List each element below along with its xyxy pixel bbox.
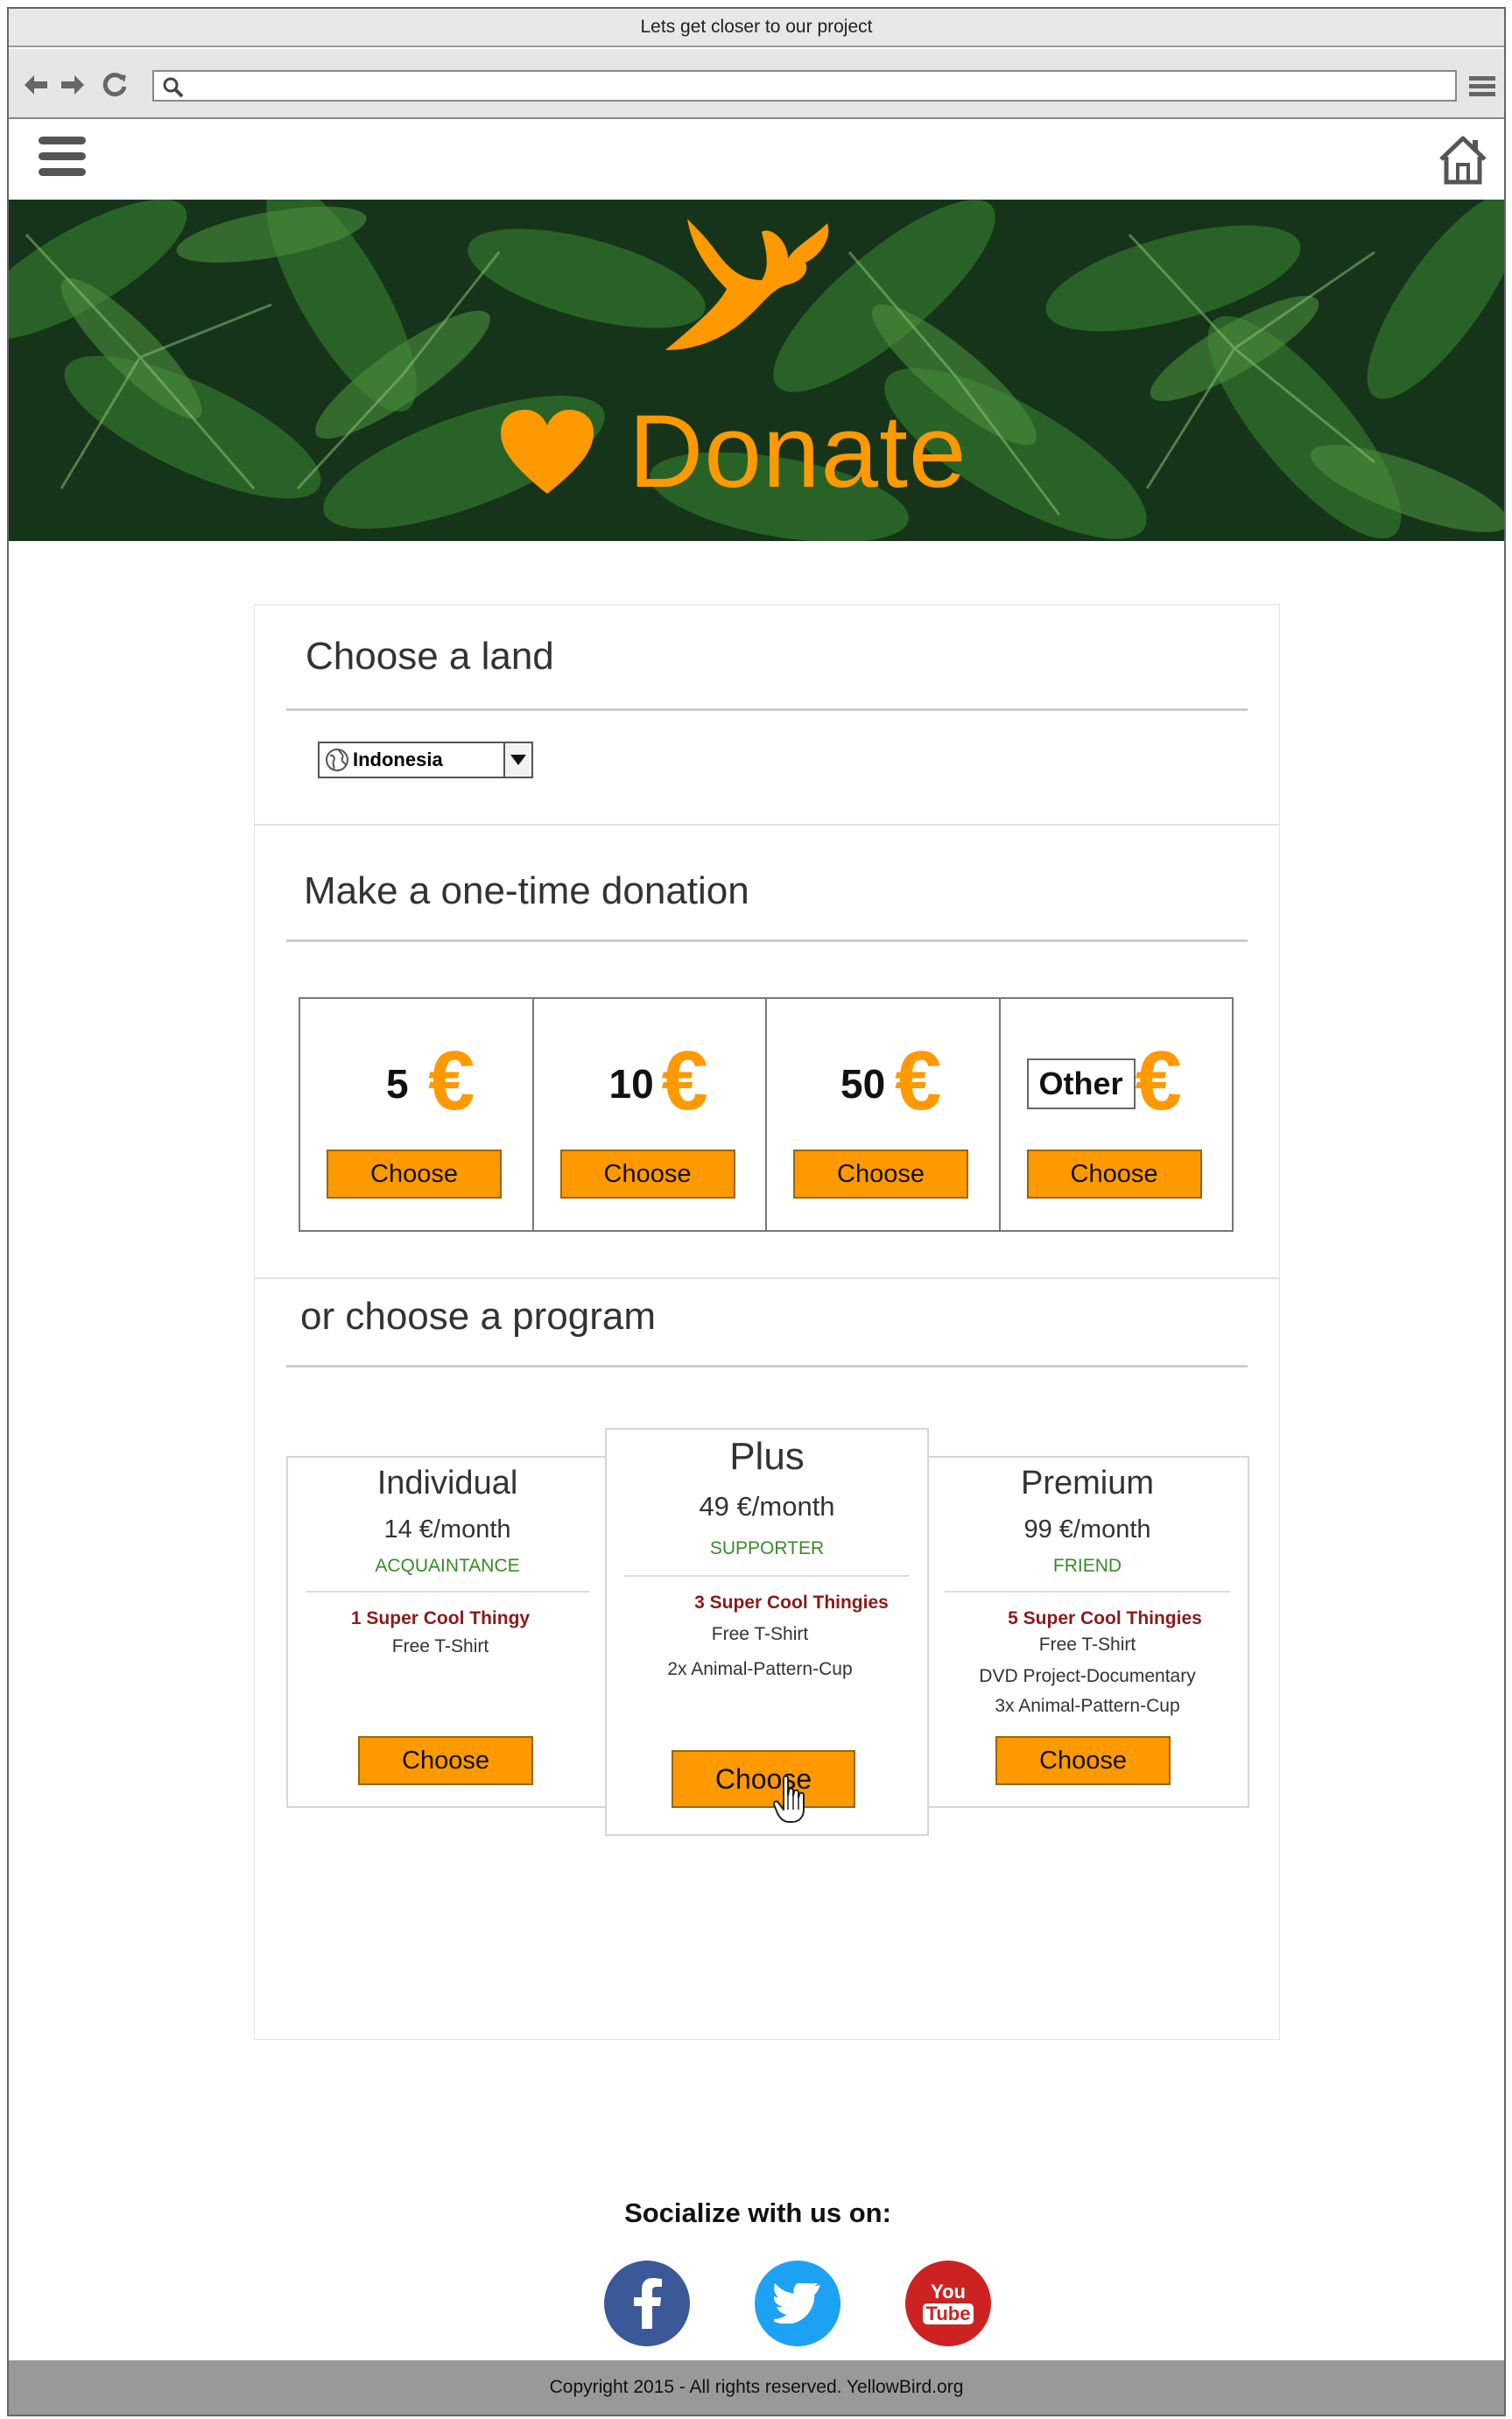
choose-amount-button[interactable]: Choose	[327, 1150, 502, 1199]
plan-rule	[624, 1575, 910, 1577]
browser-window: Lets get closer to our project Donate Ch…	[7, 7, 1506, 2416]
chevron-down-icon[interactable]	[503, 743, 531, 777]
plan-feature-head: 3 Super Cool Thingies	[694, 1593, 889, 1613]
plan-feature: Free T-Shirt	[711, 1624, 809, 1644]
youtube-label-top: You	[931, 2281, 966, 2303]
plan-name: Plus	[729, 1435, 805, 1478]
donation-card: Choose a land Indonesia Make a one-time …	[254, 604, 1280, 2040]
browser-toolbar	[9, 49, 1504, 119]
forward-arrow-icon[interactable]	[58, 70, 88, 100]
choose-plan-button[interactable]: Choose	[995, 1736, 1171, 1785]
plan-tier: SUPPORTER	[709, 1538, 825, 1558]
choose-amount-button[interactable]: Choose	[1026, 1150, 1202, 1199]
plan-name: Premium	[1020, 1465, 1155, 1501]
bird-icon	[665, 219, 829, 350]
youtube-logo: You Tube	[922, 2281, 974, 2324]
land-select-value: Indonesia	[353, 749, 443, 770]
plan-card-individual: Individual 14 €/month ACQUAINTANCE 1 Sup…	[286, 1456, 608, 1808]
plan-price: 99 €/month	[1023, 1515, 1151, 1544]
euro-icon: €	[428, 1034, 475, 1128]
plan-feature: 2x Animal-Pattern-Cup	[667, 1659, 853, 1679]
program-section-rule	[286, 1365, 1248, 1368]
hamburger-menu-icon[interactable]	[39, 137, 86, 184]
donation-amounts: 5 € Choose 10 € Choose 50 € Choose Other…	[299, 997, 1234, 1232]
address-bar[interactable]	[152, 70, 1457, 102]
amount-value: 5	[386, 1061, 409, 1107]
plan-feature: Free T-Shirt	[1038, 1635, 1136, 1655]
choose-amount-button[interactable]: Choose	[559, 1150, 735, 1199]
choose-plan-button[interactable]: Choose	[358, 1736, 533, 1785]
plan-price: 49 €/month	[699, 1491, 835, 1522]
plan-name: Individual	[376, 1465, 518, 1501]
plan-rule	[945, 1591, 1230, 1593]
program-section-title: or choose a program	[300, 1295, 656, 1338]
facebook-icon[interactable]	[604, 2261, 690, 2346]
twitter-icon[interactable]	[755, 2261, 840, 2346]
amount-option: Other € Choose	[1001, 999, 1233, 1230]
plan-feature-head: 5 Super Cool Thingies	[1008, 1608, 1202, 1628]
plan-rule	[306, 1591, 589, 1593]
plan-feature: DVD Project-Documentary	[979, 1666, 1196, 1686]
section-divider	[255, 1277, 1279, 1279]
window-title: Lets get closer to our project	[640, 17, 873, 37]
heart-icon	[501, 410, 594, 494]
hero-banner: Donate	[9, 200, 1504, 541]
amount-value: 50	[840, 1061, 886, 1107]
euro-icon: €	[895, 1034, 942, 1128]
land-section-title: Choose a land	[306, 635, 554, 678]
section-divider	[255, 824, 1279, 826]
other-amount-input[interactable]: Other	[1026, 1058, 1136, 1109]
plan-tier: FRIEND	[1052, 1556, 1122, 1576]
youtube-label-bottom: Tube	[922, 2303, 974, 2324]
amount-option: 10 € Choose	[534, 999, 767, 1230]
euro-icon: €	[1135, 1034, 1182, 1128]
back-arrow-icon[interactable]	[21, 70, 51, 100]
social-title: Socialize with us on:	[624, 2197, 891, 2228]
url-input[interactable]	[193, 74, 1436, 98]
browser-menu-icon[interactable]	[1467, 72, 1497, 102]
search-icon	[163, 77, 184, 98]
plan-price: 14 €/month	[383, 1515, 511, 1544]
reload-icon[interactable]	[100, 70, 130, 100]
land-section-rule	[286, 708, 1248, 711]
plan-feature-head: 1 Super Cool Thingy	[350, 1608, 531, 1628]
amount-option: 50 € Choose	[767, 999, 1001, 1230]
home-icon[interactable]	[1436, 133, 1490, 187]
youtube-icon[interactable]: You Tube	[905, 2261, 991, 2346]
footer-copyright: Copyright 2015 - All rights reserved. Ye…	[549, 2377, 964, 2397]
choose-plan-button[interactable]: Choose	[672, 1750, 855, 1808]
app-header	[9, 121, 1504, 200]
plan-feature: 3x Animal-Pattern-Cup	[995, 1696, 1180, 1716]
donation-section-title: Make a one-time donation	[304, 869, 749, 912]
amount-option: 5 € Choose	[300, 999, 534, 1230]
hero-title: Donate	[629, 394, 967, 510]
plan-feature: Free T-Shirt	[391, 1636, 489, 1656]
plan-card-premium: Premium 99 €/month FRIEND 5 Super Cool T…	[925, 1456, 1249, 1808]
window-title-bar: Lets get closer to our project	[9, 9, 1504, 47]
land-select[interactable]: Indonesia	[318, 742, 533, 778]
amount-value: 10	[608, 1061, 654, 1107]
plan-card-plus: Plus 49 €/month SUPPORTER 3 Super Cool T…	[605, 1428, 929, 1836]
hand-cursor-icon	[773, 1775, 805, 1823]
donation-section-rule	[286, 939, 1248, 942]
footer: Copyright 2015 - All rights reserved. Ye…	[9, 2360, 1504, 2415]
plan-tier: ACQUAINTANCE	[375, 1556, 520, 1576]
globe-icon	[326, 749, 348, 771]
choose-amount-button[interactable]: Choose	[793, 1150, 968, 1199]
euro-icon: €	[661, 1034, 708, 1128]
